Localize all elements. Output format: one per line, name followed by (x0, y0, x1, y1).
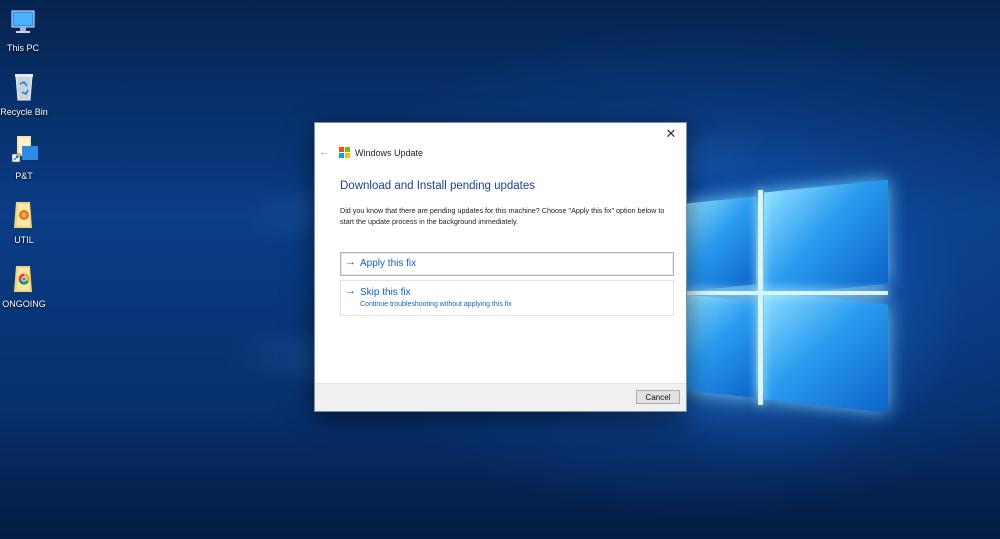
close-icon[interactable]: ✕ (664, 127, 678, 141)
desktop-icon-label: P&T (15, 171, 33, 181)
desktop-icon-ongoing[interactable]: ONGOING (0, 262, 54, 309)
dialog-description: Did you know that there are pending upda… (340, 206, 665, 226)
skip-fix-label: Skip this fix (360, 287, 411, 298)
dialog-heading: Download and Install pending updates (340, 180, 536, 192)
cancel-button[interactable]: Cancel (636, 390, 680, 404)
skip-fix-sublabel: Continue troubleshooting without applyin… (360, 301, 512, 308)
arrow-right-icon: → (345, 256, 356, 268)
folder-shortcut-icon (8, 134, 40, 168)
skip-fix-button[interactable]: → Skip this fix Continue troubleshooting… (340, 280, 674, 316)
windows-logo-pane (764, 291, 888, 413)
windows-logo-pane (684, 294, 756, 398)
desktop-icon-label: ONGOING (2, 299, 46, 309)
apply-fix-button[interactable]: → Apply this fix (340, 252, 674, 276)
desktop-icon-label: Recycle Bin (0, 107, 48, 117)
this-pc-icon (7, 6, 39, 40)
apply-fix-label: Apply this fix (360, 258, 417, 269)
dialog-title-bar: Windows Update (339, 147, 423, 158)
desktop-icon-label: UTIL (14, 235, 34, 245)
windows-logo-pane (764, 179, 888, 297)
recycle-bin-icon (8, 70, 40, 104)
arrow-right-icon: → (345, 285, 356, 297)
dialog-title: Windows Update (355, 147, 424, 158)
desktop-icon-recycle-bin[interactable]: Recycle Bin (0, 70, 54, 117)
dialog-footer: Cancel (315, 383, 686, 411)
windows-logo-icon (339, 147, 350, 158)
folder-icon (8, 262, 40, 296)
windows-logo-divider (684, 291, 888, 295)
desktop-icon-this-pc[interactable]: This PC (0, 6, 53, 53)
folder-icon (8, 198, 40, 232)
back-arrow-icon[interactable]: ← (319, 146, 330, 158)
windows-logo-divider (758, 190, 763, 405)
desktop-icon-util[interactable]: UTIL (0, 198, 54, 245)
desktop-icon-label: This PC (6, 43, 39, 53)
troubleshooter-dialog: ✕ ← Windows Update Download and Install … (314, 122, 687, 412)
desktop-icon-pt[interactable]: P&T (0, 134, 54, 181)
windows-logo-pane (684, 196, 756, 292)
